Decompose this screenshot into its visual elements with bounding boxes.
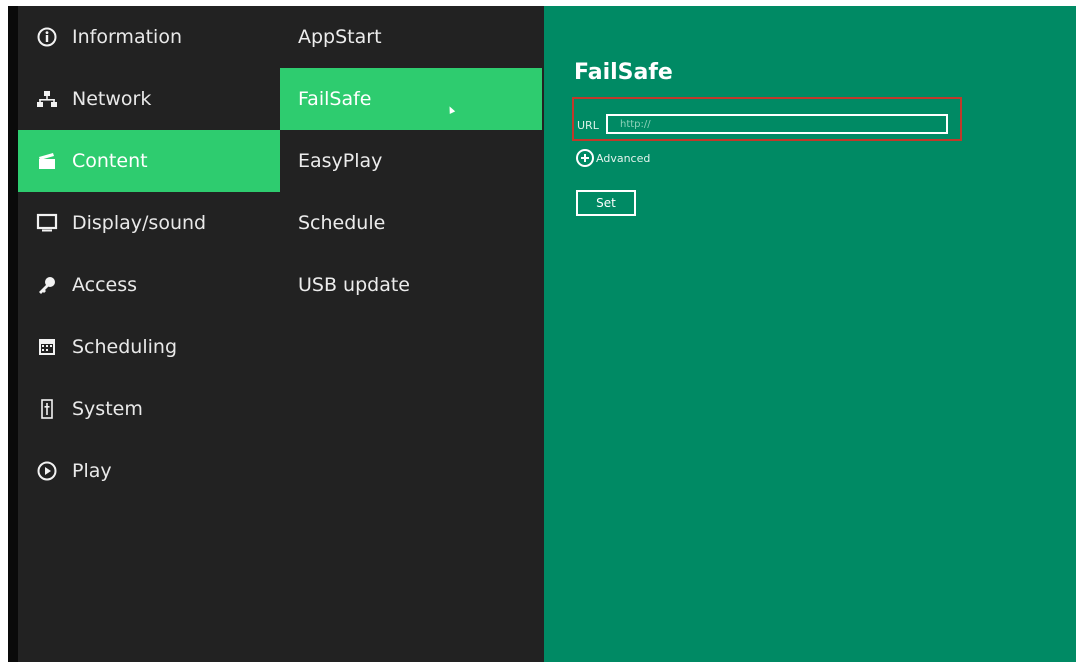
mouse-cursor-icon — [446, 105, 456, 114]
menu-item-label: Scheduling — [72, 336, 178, 358]
advanced-toggle[interactable]: Advanced — [576, 149, 650, 167]
menu-item-system[interactable]: System — [18, 378, 280, 440]
menu-item-display-sound[interactable]: Display/sound — [18, 192, 280, 254]
submenu-item-label: EasyPlay — [298, 150, 383, 172]
submenu-item-schedule[interactable]: Schedule — [280, 192, 542, 254]
menu-item-access[interactable]: Access — [18, 254, 280, 316]
left-edge-bar — [8, 6, 18, 662]
menu-item-label: Information — [72, 26, 182, 48]
menu-item-information[interactable]: Information — [18, 6, 280, 68]
content-submenu: AppStart FailSafe EasyPlay Schedule USB … — [280, 6, 542, 662]
system-icon — [36, 398, 58, 420]
calendar-icon — [36, 336, 58, 358]
page-title: FailSafe — [574, 60, 673, 85]
clapperboard-icon — [36, 150, 58, 172]
screenshot-frame: Information Network Content Display/soun… — [0, 0, 1081, 662]
menu-item-label: Display/sound — [72, 212, 207, 234]
plus-circle-icon — [576, 149, 594, 167]
menu-item-content[interactable]: Content — [18, 130, 280, 192]
menu-item-label: Network — [72, 88, 152, 110]
submenu-item-easyplay[interactable]: EasyPlay — [280, 130, 542, 192]
submenu-item-failsafe[interactable]: FailSafe — [280, 68, 542, 130]
submenu-item-label: USB update — [298, 274, 410, 296]
menu-item-label: Access — [72, 274, 138, 296]
play-icon — [36, 460, 58, 482]
key-icon — [36, 274, 58, 296]
app-screen: Information Network Content Display/soun… — [18, 6, 1076, 662]
submenu-item-label: AppStart — [298, 26, 382, 48]
advanced-label: Advanced — [596, 151, 651, 165]
menu-item-network[interactable]: Network — [18, 68, 280, 130]
url-label: URL — [577, 119, 599, 132]
submenu-item-usb-update[interactable]: USB update — [280, 254, 542, 316]
set-button[interactable]: Set — [576, 190, 636, 216]
info-icon — [36, 26, 58, 48]
menu-item-scheduling[interactable]: Scheduling — [18, 316, 280, 378]
url-input[interactable] — [606, 114, 948, 134]
submenu-item-appstart[interactable]: AppStart — [280, 6, 542, 68]
submenu-item-label: Schedule — [298, 212, 386, 234]
main-menu: Information Network Content Display/soun… — [18, 6, 280, 662]
failsafe-panel: FailSafe URL Advanced Set — [544, 6, 1076, 662]
network-icon — [36, 88, 58, 110]
monitor-icon — [36, 212, 58, 234]
menu-item-label: System — [72, 398, 143, 420]
menu-item-play[interactable]: Play — [18, 440, 280, 502]
menu-item-label: Play — [72, 460, 112, 482]
menu-item-label: Content — [72, 150, 148, 172]
submenu-item-label: FailSafe — [298, 88, 372, 110]
